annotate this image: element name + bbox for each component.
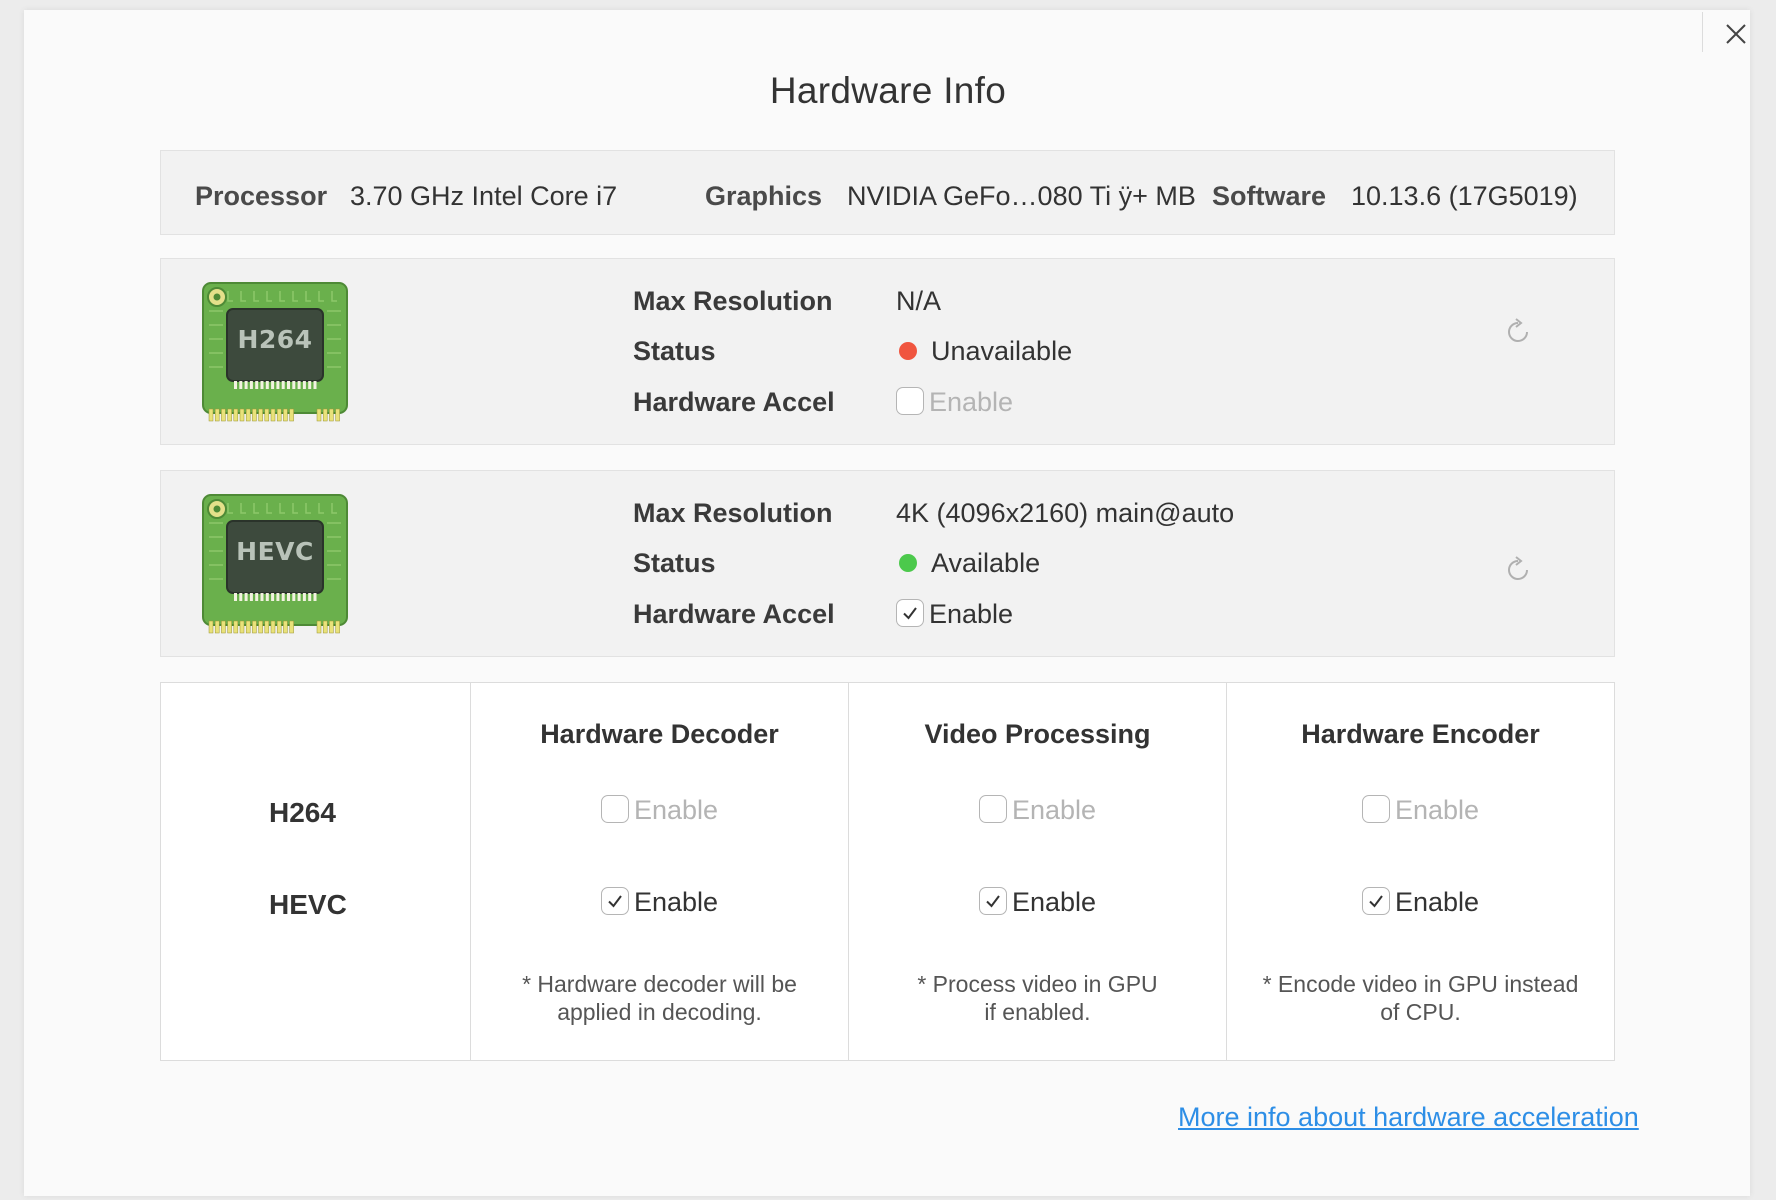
hardware-accel-label: Hardware Accel bbox=[633, 599, 835, 629]
status-value: Unavailable bbox=[931, 336, 1073, 366]
more-info-link[interactable]: More info about hardware acceleration bbox=[1178, 1102, 1639, 1133]
row-header-h264: H264 bbox=[269, 797, 336, 828]
column-header-video-processing: Video Processing bbox=[924, 719, 1151, 749]
chip-icon: HEVC bbox=[201, 493, 349, 637]
note-line: if enabled. bbox=[984, 999, 1091, 1025]
processor-label: Processor bbox=[195, 181, 328, 211]
note-line: * Process video in GPU bbox=[917, 971, 1158, 997]
status-value: Available bbox=[931, 548, 1041, 578]
status-label: Status bbox=[633, 548, 716, 578]
h264-processing-checkbox[interactable]: Enable bbox=[849, 795, 1226, 826]
checkbox-label: Enable bbox=[1394, 887, 1480, 917]
column-header-hardware-decoder: Hardware Decoder bbox=[540, 719, 779, 749]
status-dot-icon bbox=[899, 553, 917, 572]
checkbox-label: Enable bbox=[1394, 795, 1480, 825]
note-line: * Encode video in GPU instead bbox=[1262, 971, 1579, 997]
status-value-container: Available bbox=[896, 548, 1040, 579]
status-dot-icon bbox=[899, 341, 917, 360]
hevc-processing-checkbox[interactable]: Enable bbox=[849, 887, 1226, 918]
software-label: Software bbox=[1212, 181, 1327, 211]
checkbox-icon bbox=[600, 887, 629, 916]
processing-note: * Process video in GPU if enabled. bbox=[849, 970, 1226, 1026]
checkbox-icon bbox=[1361, 795, 1390, 824]
note-line: of CPU. bbox=[1380, 999, 1461, 1025]
checkbox-label: Enable bbox=[633, 795, 719, 825]
checkbox-icon bbox=[978, 887, 1007, 916]
checkbox-label: Enable bbox=[1011, 795, 1097, 825]
chip-icon: H264 bbox=[201, 281, 349, 425]
checkbox-label: Enable bbox=[1011, 887, 1097, 917]
hevc-encoder-checkbox[interactable]: Enable bbox=[1227, 887, 1614, 918]
refresh-icon bbox=[1508, 556, 1528, 580]
column-header-hardware-encoder: Hardware Encoder bbox=[1301, 719, 1540, 749]
software-value: 10.13.6 (17G5019) bbox=[1351, 181, 1578, 211]
max-resolution-label: Max Resolution bbox=[633, 286, 833, 316]
h264-encoder-checkbox[interactable]: Enable bbox=[1227, 795, 1614, 826]
checkbox-label: Enable bbox=[929, 599, 1014, 629]
chip-label: H264 bbox=[237, 325, 313, 354]
status-value-container: Unavailable bbox=[896, 336, 1072, 367]
graphics-value: NVIDIA GeFo…080 Ti ÿ+ MB bbox=[847, 181, 1196, 211]
status-label: Status bbox=[633, 336, 716, 366]
close-separator bbox=[1702, 12, 1703, 52]
hardware-accel-label: Hardware Accel bbox=[633, 387, 835, 417]
chip-label: HEVC bbox=[236, 537, 314, 566]
row-header-hevc: HEVC bbox=[269, 889, 347, 920]
encoder-note: * Encode video in GPU instead of CPU. bbox=[1227, 970, 1614, 1026]
checkbox-icon bbox=[896, 599, 924, 628]
max-resolution-label: Max Resolution bbox=[633, 498, 833, 528]
decoder-note: * Hardware decoder will be applied in de… bbox=[471, 970, 848, 1026]
close-icon bbox=[1726, 24, 1746, 44]
note-line: * Hardware decoder will be bbox=[522, 971, 797, 997]
system-info-bar: Processor 3.70 GHz Intel Core i7 Graphic… bbox=[160, 150, 1615, 235]
hardware-accel-checkbox[interactable]: Enable bbox=[896, 599, 1013, 630]
max-resolution-value: N/A bbox=[896, 286, 942, 316]
codec-panel-hevc: HEVC Max Resolution 4K (4096x2160) main@… bbox=[160, 470, 1615, 657]
processor-value: 3.70 GHz Intel Core i7 bbox=[350, 181, 618, 211]
graphics-label: Graphics bbox=[705, 181, 823, 211]
note-line: applied in decoding. bbox=[557, 999, 762, 1025]
refresh-button[interactable] bbox=[1503, 317, 1533, 347]
refresh-button[interactable] bbox=[1503, 555, 1533, 585]
capability-matrix: Hardware Decoder Video Processing Hardwa… bbox=[160, 682, 1615, 1061]
codec-panel-h264: H264 Max Resolution N/A Status Unavailab… bbox=[160, 258, 1615, 445]
dialog-title: Hardware Info bbox=[769, 70, 1007, 111]
refresh-icon bbox=[1508, 318, 1528, 342]
checkbox-icon bbox=[600, 795, 629, 824]
checkbox-label: Enable bbox=[929, 387, 1014, 417]
checkbox-icon bbox=[978, 795, 1007, 824]
hevc-decoder-checkbox[interactable]: Enable bbox=[471, 887, 848, 918]
checkbox-icon bbox=[896, 387, 924, 416]
hardware-accel-checkbox[interactable]: Enable bbox=[896, 387, 1013, 418]
h264-decoder-checkbox[interactable]: Enable bbox=[471, 795, 848, 826]
checkbox-icon bbox=[1361, 887, 1390, 916]
close-button[interactable] bbox=[1720, 18, 1752, 50]
max-resolution-value: 4K (4096x2160) main@auto bbox=[896, 498, 1235, 528]
checkbox-label: Enable bbox=[633, 887, 719, 917]
